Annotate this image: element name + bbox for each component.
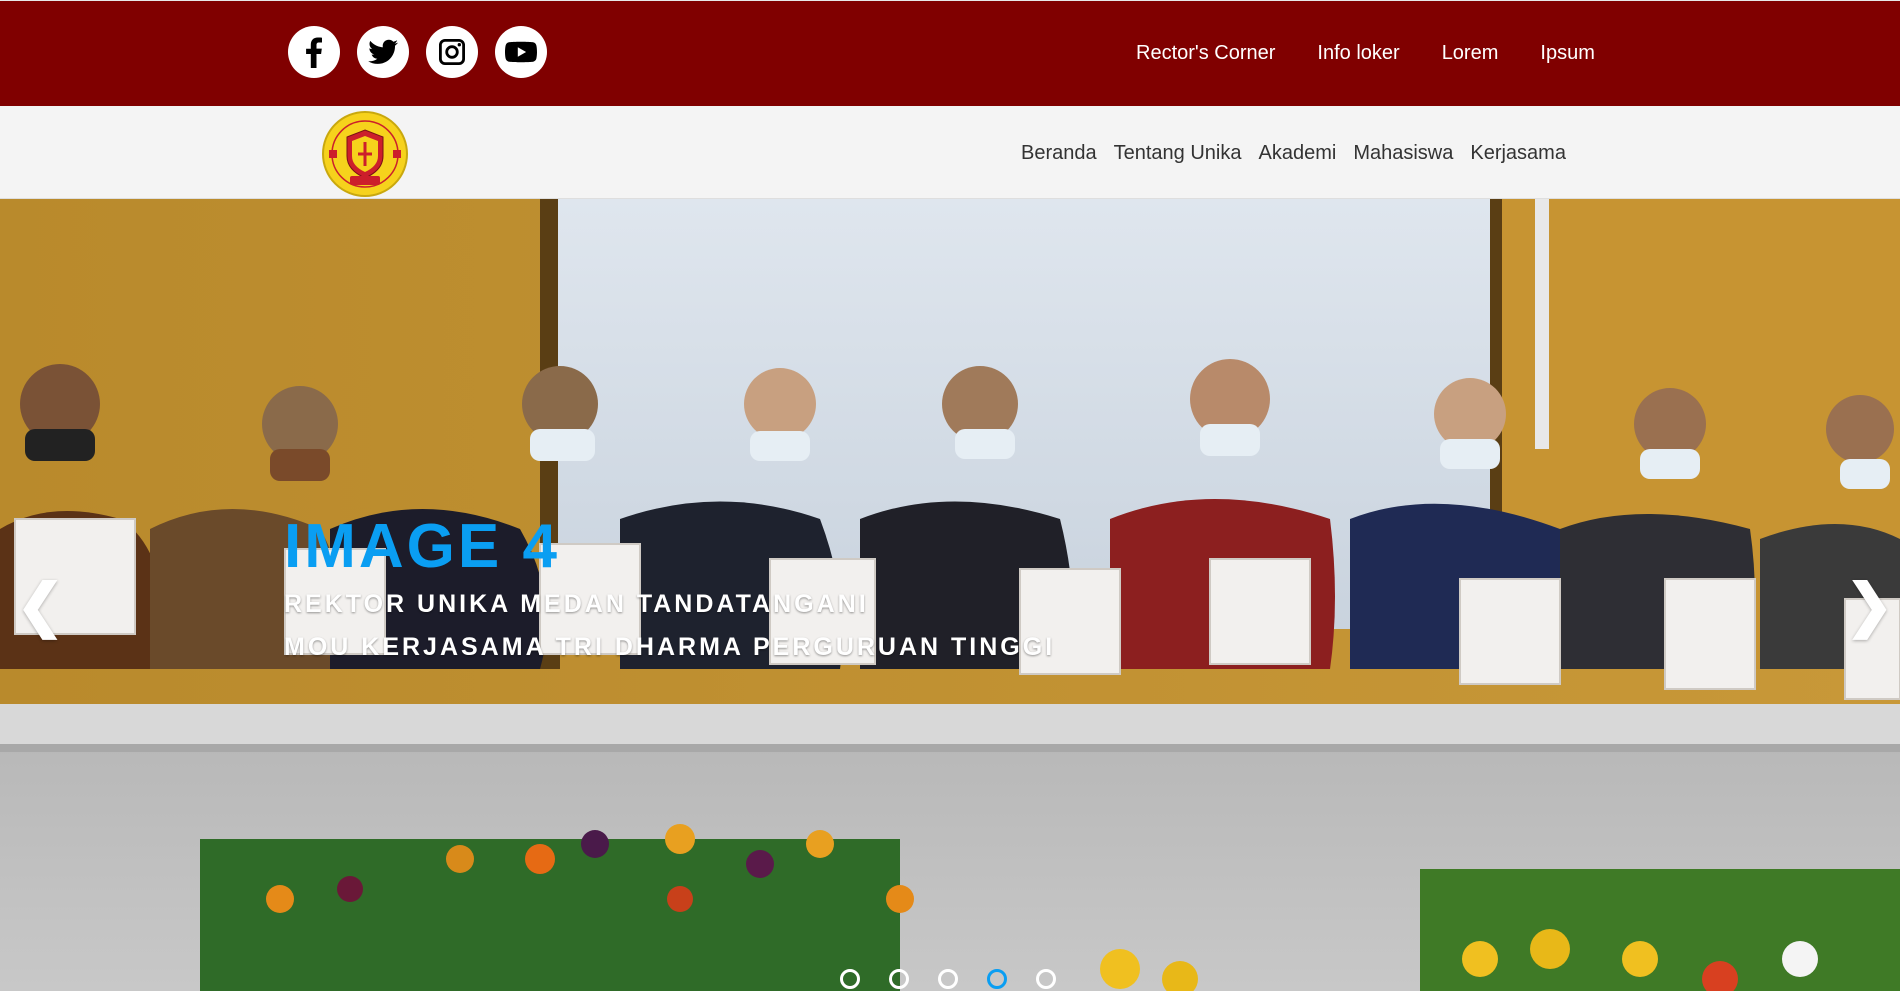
twitter-link[interactable] — [357, 26, 409, 78]
main-nav-kerjasama[interactable]: Kerjasama — [1470, 142, 1566, 165]
slider-dot-5[interactable] — [1036, 969, 1056, 989]
slide-caption-line-2: MOU KERJASAMA TRI DHARMA PERGURUAN TINGG… — [284, 633, 1056, 661]
top-nav-rectors-corner[interactable]: Rector's Corner — [1136, 42, 1275, 65]
top-bar: Rector's Corner Info loker Lorem Ipsum — [0, 0, 1900, 106]
main-nav-mahasiswa[interactable]: Mahasiswa — [1353, 142, 1453, 165]
twitter-icon — [368, 39, 398, 64]
main-nav: Beranda Tentang Unika Akademi Mahasiswa … — [1021, 142, 1566, 165]
top-nav-info-loker[interactable]: Info loker — [1317, 42, 1399, 65]
top-nav-lorem[interactable]: Lorem — [1442, 42, 1499, 65]
slider-dot-1[interactable] — [840, 969, 860, 989]
main-header: Beranda Tentang Unika Akademi Mahasiswa … — [0, 106, 1900, 199]
instagram-link[interactable] — [426, 26, 478, 78]
facebook-icon — [306, 37, 322, 68]
instagram-icon — [439, 39, 465, 65]
main-nav-beranda[interactable]: Beranda — [1021, 142, 1097, 165]
main-nav-tentang-unika[interactable]: Tentang Unika — [1114, 142, 1242, 165]
slider-dot-2[interactable] — [889, 969, 909, 989]
slider-dot-4[interactable] — [987, 969, 1007, 989]
main-nav-akademi[interactable]: Akademi — [1259, 142, 1337, 165]
page: Rector's Corner Info loker Lorem Ipsum B… — [0, 0, 1902, 991]
facebook-link[interactable] — [288, 26, 340, 78]
slide-caption: IMAGE 4 REKTOR UNIKA MEDAN TANDATANGANI … — [284, 511, 1055, 669]
social-links — [288, 26, 547, 78]
hero-slider: IMAGE 4 REKTOR UNIKA MEDAN TANDATANGANI … — [0, 199, 1900, 991]
slider-prev-button[interactable]: ❮ — [16, 577, 65, 635]
top-nav: Rector's Corner Info loker Lorem Ipsum — [1136, 42, 1595, 65]
youtube-link[interactable] — [495, 26, 547, 78]
youtube-icon — [505, 41, 537, 63]
slider-dots — [840, 969, 1056, 989]
slider-dot-3[interactable] — [938, 969, 958, 989]
university-logo[interactable] — [321, 110, 409, 198]
slide-title: IMAGE 4 — [284, 512, 560, 581]
university-crest-logo — [322, 111, 408, 197]
top-nav-ipsum[interactable]: Ipsum — [1540, 42, 1594, 65]
slide-caption-line-1: REKTOR UNIKA MEDAN TANDATANGANI — [284, 590, 869, 618]
slider-next-button[interactable]: ❯ — [1845, 577, 1894, 635]
